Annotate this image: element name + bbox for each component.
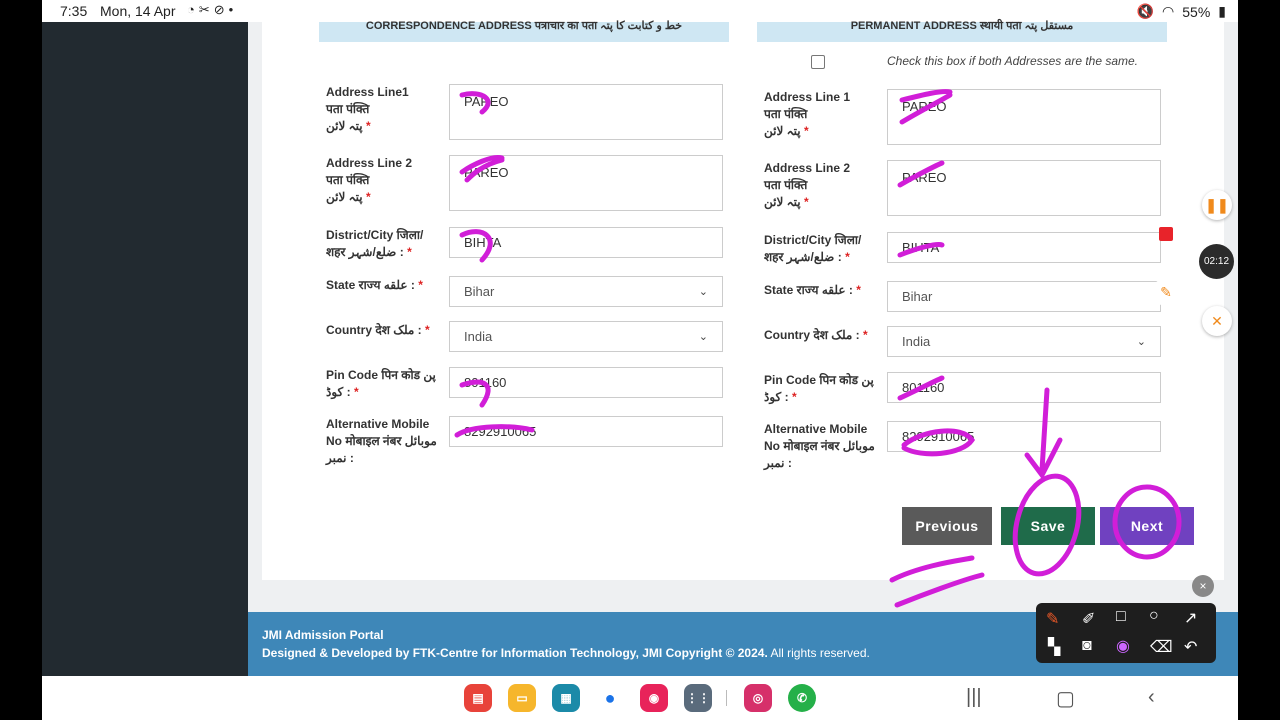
tablet-screen: 7:35 Mon, 14 Apr ◔✂⊘• 🔇 ◠ 55% ▮ CORRESPO…: [42, 0, 1238, 720]
perm-alt-mobile-input[interactable]: 8292910065: [887, 421, 1161, 452]
corr-address-line1-input[interactable]: PAREO: [449, 84, 723, 140]
corr-state-select[interactable]: Bihar ⌄: [449, 276, 723, 307]
perm-address-line1-label: Address Line 1 पता पंक्ति پتہ لائن *: [764, 90, 851, 138]
perm-pincode-input[interactable]: 801160: [887, 372, 1161, 403]
highlighter-icon[interactable]: ✐: [1082, 609, 1095, 629]
navigation-bar: ▤ ▭ ▦ ● ◉ ⋮⋮ ◎ ✆ ||| ▢ ‹: [42, 676, 1238, 720]
corr-alt-mobile-label: Alternative Mobile No मोबाइल नंबर موبائل…: [326, 417, 437, 465]
calendar-app-icon[interactable]: ▦: [552, 684, 580, 712]
perm-pincode-label: Pin Code पिन कोड پن کوڈ : *: [764, 373, 874, 404]
sidebar: [42, 22, 248, 676]
battery-level: 55%: [1182, 3, 1211, 20]
chevron-down-icon: ⌄: [698, 286, 708, 298]
permanent-heading: PERMANENT ADDRESS स्थायी पता مستقل پتہ: [757, 21, 1167, 42]
next-button[interactable]: Next: [1100, 507, 1194, 545]
drawing-toolbar: ✎ ✐ □ ○ ↗ ▚ ◙ ◉ ⌫ ↶: [1036, 603, 1216, 663]
eraser-icon[interactable]: ⌫: [1150, 637, 1173, 657]
corr-alt-mobile-input[interactable]: 8292910065: [449, 416, 723, 447]
corr-country-label: Country देश ملک : *: [326, 323, 430, 337]
circle-icon[interactable]: ○: [1149, 607, 1159, 625]
battery-icon: ▮: [1218, 3, 1226, 19]
perm-address-line2-input[interactable]: PAREO: [887, 160, 1161, 216]
corr-pincode-input[interactable]: 801160: [449, 367, 723, 398]
perm-country-label: Country देश ملک : *: [764, 328, 868, 342]
corr-pincode-label: Pin Code पिन कोड پن کوڈ : *: [326, 368, 436, 399]
apps-drawer-icon[interactable]: ⋮⋮: [684, 684, 712, 712]
notification-icons: ◔✂⊘•: [187, 2, 238, 17]
camera-icon[interactable]: ◙: [1082, 637, 1092, 655]
perm-district-input[interactable]: BIHTA: [887, 232, 1161, 263]
close-icon[interactable]: ×: [1192, 575, 1214, 597]
rectangle-icon[interactable]: □: [1116, 608, 1126, 626]
corr-address-line2-label: Address Line 2 पता पंक्ति پتہ لائن *: [326, 156, 413, 204]
save-button[interactable]: Save: [1001, 507, 1095, 545]
home-icon[interactable]: ▢: [1056, 686, 1075, 711]
address-form-card: CORRESPONDENCE ADDRESS पत्राचार का पता خ…: [262, 21, 1224, 580]
tools-icon[interactable]: ✕: [1202, 306, 1232, 336]
brush-icon[interactable]: ✎: [1152, 278, 1180, 306]
whatsapp-app-icon[interactable]: ✆: [788, 684, 816, 712]
chevron-down-icon: ⌄: [1136, 336, 1146, 348]
footer-portal-name: JMI Admission Portal: [262, 628, 384, 642]
status-right: 🔇 ◠ 55% ▮: [1137, 3, 1226, 20]
corr-district-input[interactable]: BIHTA: [449, 227, 723, 258]
perm-state-input[interactable]: Bihar: [887, 281, 1161, 312]
corr-district-label: District/City जिला/ शहर ضلع/شہر : *: [326, 228, 424, 259]
previous-button[interactable]: Previous: [902, 507, 992, 545]
back-icon[interactable]: ‹: [1148, 686, 1155, 709]
dock-divider: [726, 690, 727, 706]
perm-district-label: District/City जिला/ शहर ضلع/شہر : *: [764, 233, 862, 264]
status-time: 7:35: [60, 3, 88, 19]
perm-country-select[interactable]: India ⌄: [887, 326, 1161, 357]
color-picker-icon[interactable]: ◉: [1116, 636, 1130, 656]
same-address-checkbox[interactable]: [811, 55, 825, 69]
notes-app-icon[interactable]: ▤: [464, 684, 492, 712]
corr-address-line1-label: Address Line1 पता पंक्ति پتہ لائن *: [326, 85, 409, 133]
recents-icon[interactable]: |||: [966, 686, 982, 709]
arrow-icon[interactable]: ↗: [1184, 608, 1197, 628]
messages-app-icon[interactable]: ●: [596, 684, 624, 712]
main-content: CORRESPONDENCE ADDRESS पत्राचार का पता خ…: [248, 21, 1238, 676]
corr-state-label: State राज्य علقه : *: [326, 278, 423, 292]
perm-state-label: State राज्य علقه : *: [764, 283, 861, 297]
instagram-app-icon[interactable]: ◎: [744, 684, 772, 712]
perm-address-line2-label: Address Line 2 पता पंक्ति پتہ لائن *: [764, 161, 851, 209]
mosaic-icon[interactable]: ▚: [1048, 637, 1060, 657]
mute-icon: 🔇: [1136, 3, 1155, 19]
same-address-text: Check this box if both Addresses are the…: [887, 54, 1139, 68]
status-bar: 7:35 Mon, 14 Apr ◔✂⊘• 🔇 ◠ 55% ▮: [42, 0, 1238, 22]
perm-alt-mobile-label: Alternative Mobile No मोबाइल नंबर موبائل…: [764, 422, 875, 470]
stop-icon[interactable]: [1159, 227, 1173, 241]
corr-country-select[interactable]: India ⌄: [449, 321, 723, 352]
correspondence-heading: CORRESPONDENCE ADDRESS पत्राचार का पता خ…: [319, 21, 729, 42]
corr-address-line2-input[interactable]: PAREO: [449, 155, 723, 211]
camera-app-icon[interactable]: ◉: [640, 684, 668, 712]
files-app-icon[interactable]: ▭: [508, 684, 536, 712]
perm-address-line1-input[interactable]: PAREO: [887, 89, 1161, 145]
pen-icon[interactable]: ✎: [1046, 609, 1059, 629]
pause-icon[interactable]: ❚❚: [1202, 190, 1232, 220]
footer-credit: Designed & Developed by FTK-Centre for I…: [262, 646, 870, 660]
undo-icon[interactable]: ↶: [1184, 637, 1197, 657]
recording-timer: 02:12: [1199, 244, 1234, 279]
status-date: Mon, 14 Apr: [100, 3, 176, 19]
chevron-down-icon: ⌄: [698, 331, 708, 343]
wifi-icon: ◠: [1162, 3, 1175, 19]
